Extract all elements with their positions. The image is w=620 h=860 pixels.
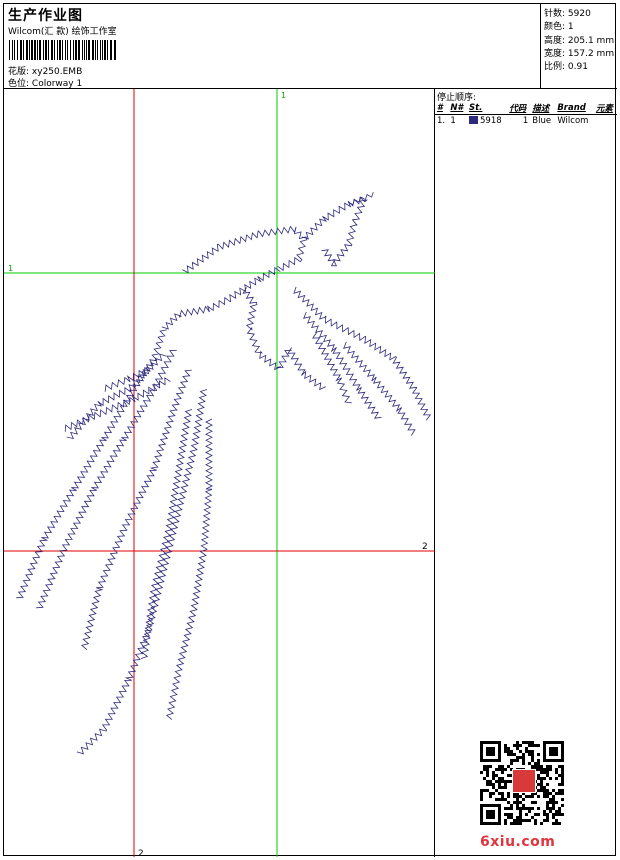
stat-colors: 颜色: 1 [544, 22, 574, 32]
colorway-label: 色位: [8, 79, 30, 89]
page-title: 生产作业图 [8, 8, 83, 24]
embroidery-preview: 1 1 2 2 [4, 89, 435, 859]
colorway-name: Colorway 1 [31, 79, 83, 89]
guide-label-v1: 1 [281, 91, 286, 100]
stitch-run [16, 329, 167, 599]
stat-height: 高度: 205.1 mm [544, 36, 615, 46]
production-worksheet: 生产作业图 Wilcom(汇 款) 绘饰工作室 花版: xy250.EMB 色位… [3, 3, 617, 859]
stitch-run [80, 369, 192, 651]
stitch-run [301, 196, 369, 267]
stop-sequence-panel: 停止顺序: # N# St. 代码 描述 Brand 元素 1. 1 5918 … [435, 89, 617, 857]
bird-stitch-outline [16, 191, 432, 755]
colorway-row: 色位: Colorway 1 [8, 76, 82, 89]
design-stats: 针数: 5920 颜色: 1 高度: 205.1 mm 宽度: 157.2 mm… [541, 4, 617, 89]
stitch-run [104, 366, 151, 392]
stat-scale: 比例: 0.91 [544, 62, 588, 72]
stat-stitches: 针数: 5920 [544, 9, 591, 19]
color-sequence-table: # N# St. 代码 描述 Brand 元素 1. 1 5918 1 Blue… [435, 102, 617, 126]
studio-name: Wilcom(汇 款) 绘饰工作室 [8, 27, 117, 37]
stitch-run [161, 266, 281, 330]
watermark-logo: 6xiu.com [480, 834, 556, 850]
stitch-run [36, 349, 177, 609]
guide-label-v2: 2 [138, 849, 144, 857]
table-header: # N# St. 代码 描述 Brand 元素 [437, 103, 613, 114]
stitch-run [140, 409, 193, 659]
stitch-run [66, 353, 167, 440]
stat-width: 宽度: 157.2 mm [544, 49, 615, 59]
guide-label-h1: 1 [8, 264, 13, 273]
stitch-run [76, 389, 208, 755]
stitch-run [293, 286, 432, 421]
stitch-run [182, 225, 308, 274]
barcode [9, 40, 116, 60]
stitch-run [287, 347, 326, 391]
stitch-run [343, 341, 416, 436]
guide-label-h2: 2 [422, 542, 428, 552]
design-canvas: 1 1 2 2 [4, 89, 435, 859]
header-info: 生产作业图 Wilcom(汇 款) 绘饰工作室 花版: xy250.EMB 色位… [4, 4, 541, 89]
stitch-run [165, 418, 213, 720]
seal-stamp [512, 769, 536, 793]
table-row: 1. 1 5918 1 Blue Wilcom [435, 114, 617, 126]
thread-swatch [469, 116, 478, 124]
stitch-run [242, 287, 292, 371]
